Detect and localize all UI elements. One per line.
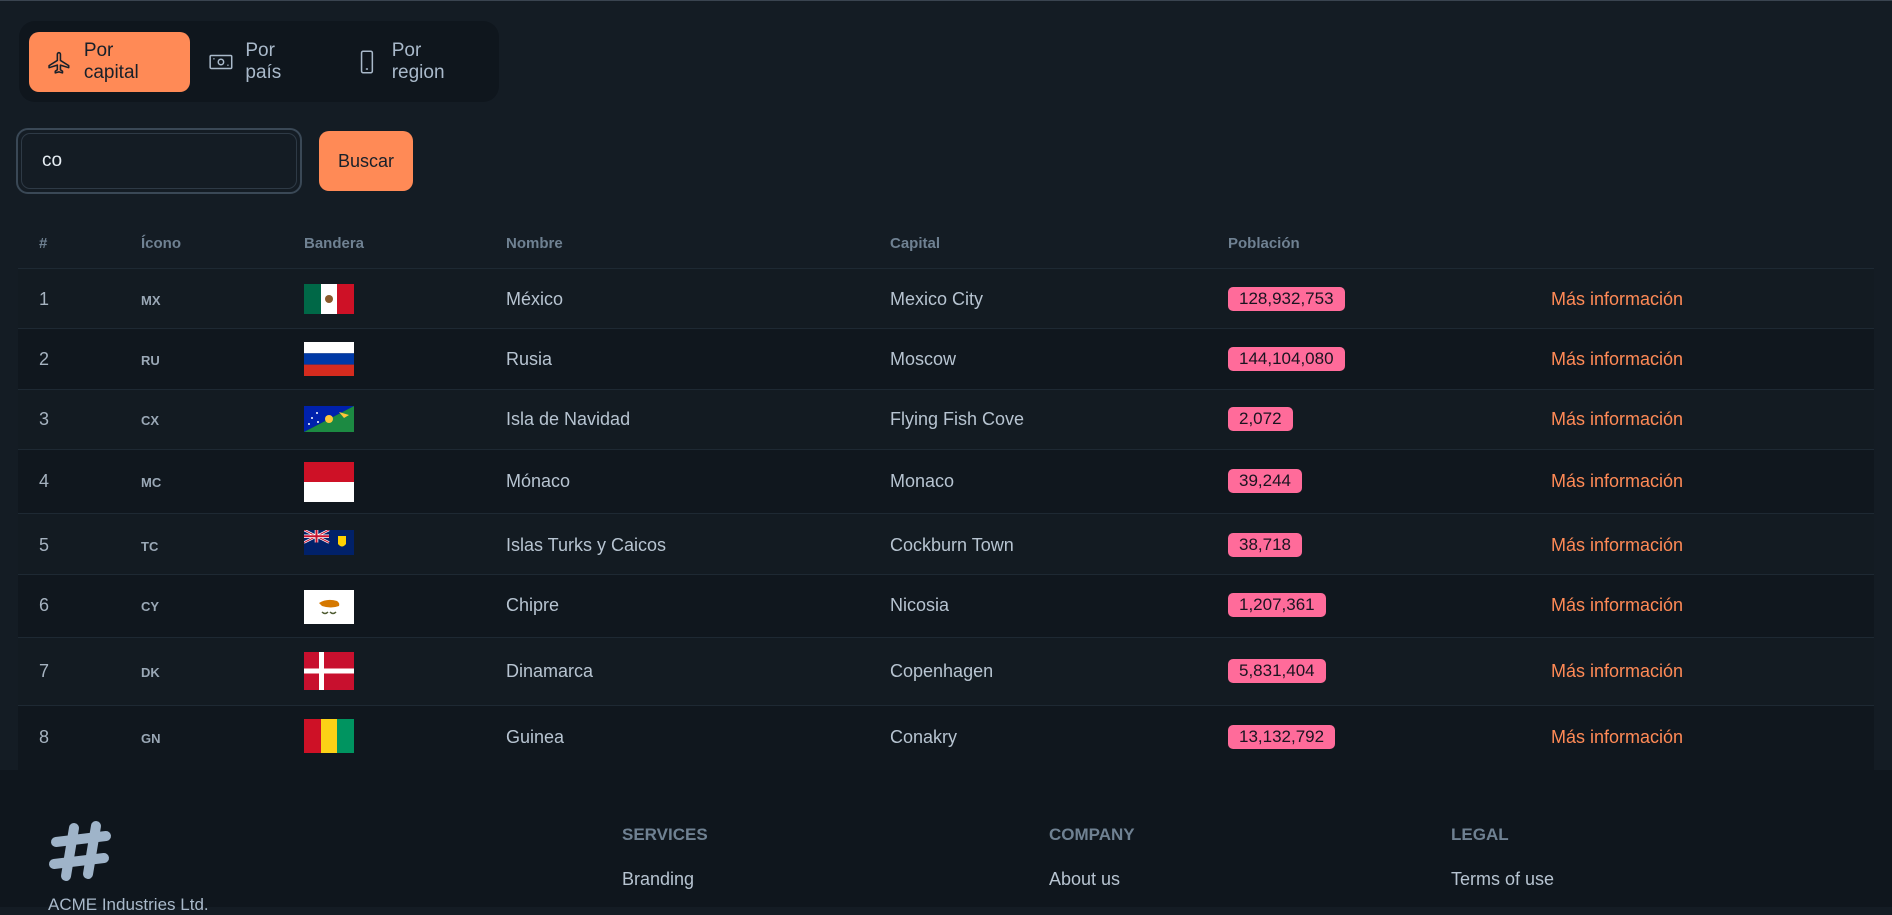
country-name: Guinea — [506, 727, 565, 747]
header-name: Nombre — [506, 235, 563, 252]
countries-table: # Ícono Bandera Nombre Capital Población… — [0, 218, 1892, 770]
top-border — [0, 0, 1892, 1]
row-index: 4 — [39, 471, 50, 491]
row-index: 1 — [39, 289, 50, 309]
footer-link-terms[interactable]: Terms of use — [1451, 869, 1554, 890]
table-row: 3 CX Isla de Navidad Flying Fish Cove 2,… — [18, 389, 1874, 449]
country-capital: Conakry — [890, 727, 958, 747]
more-info-link[interactable]: Más información — [1551, 661, 1683, 682]
country-capital: Monaco — [890, 471, 955, 491]
country-code: GN — [141, 731, 161, 746]
more-info-link[interactable]: Más información — [1551, 409, 1683, 430]
tab-por-region[interactable]: Por region — [336, 32, 499, 92]
row-index: 2 — [39, 349, 50, 369]
search-mode-tabs: Por capital Por país Por region — [19, 21, 499, 102]
search-field-wrapper — [16, 128, 302, 194]
table-row: 1 MX México Mexico City 128,932,753 Más … — [18, 268, 1874, 328]
more-info-link[interactable]: Más información — [1551, 595, 1683, 616]
cyprus-flag — [304, 590, 354, 624]
footer-services-title: SERVICES — [622, 825, 708, 844]
more-info-link[interactable]: Más información — [1551, 535, 1683, 556]
company-name: ACME Industries Ltd. — [48, 895, 209, 914]
country-code: CX — [141, 413, 160, 428]
country-code: RU — [141, 353, 160, 368]
table-row: 7 DK Dinamarca Copenhagen 5,831,404 Más … — [18, 637, 1874, 705]
row-index: 6 — [39, 595, 50, 615]
country-code: TC — [141, 539, 159, 554]
table-header: # Ícono Bandera Nombre Capital Población — [0, 218, 1892, 268]
denmark-flag — [304, 652, 354, 690]
table-row: 4 MC Mónaco Monaco 39,244 Más informació… — [18, 449, 1874, 513]
country-capital: Mexico City — [890, 289, 984, 309]
header-flag: Bandera — [304, 235, 365, 252]
country-code: DK — [141, 665, 160, 680]
banknote-icon — [208, 54, 232, 69]
country-code: MC — [141, 475, 162, 490]
plane-icon — [48, 51, 70, 74]
footer-link-about-us[interactable]: About us — [1049, 869, 1120, 890]
tab-por-capital[interactable]: Por capital — [29, 31, 190, 92]
row-index: 7 — [39, 661, 50, 681]
country-name: Isla de Navidad — [506, 409, 631, 429]
population-badge: 38,718 — [1228, 533, 1302, 557]
population-badge: 128,932,753 — [1228, 287, 1345, 311]
search-input[interactable] — [21, 133, 297, 189]
footer-link-branding[interactable]: Branding — [622, 869, 694, 890]
russia-flag — [304, 342, 354, 376]
table-row: 6 CY Chipre Nicosia 1,207,361 Más inform… — [18, 574, 1874, 637]
footer-legal-title: LEGAL — [1451, 825, 1509, 844]
tab-label: Por capital — [83, 39, 139, 83]
header-index: # — [39, 235, 48, 252]
tab-label: Por país — [245, 39, 282, 83]
table-row: 5 TC Islas Turks y Caicos Cockburn Town … — [18, 513, 1874, 574]
header-capital: Capital — [890, 235, 941, 252]
mexico-flag — [304, 284, 354, 314]
tab-por-pais[interactable]: Por país — [190, 32, 336, 92]
country-capital: Moscow — [890, 349, 957, 369]
population-badge: 1,207,361 — [1228, 593, 1326, 617]
population-badge: 144,104,080 — [1228, 347, 1345, 371]
more-info-link[interactable]: Más información — [1551, 289, 1683, 310]
guinea-flag — [304, 719, 354, 753]
hashtag-logo-icon — [49, 821, 111, 881]
monaco-flag — [304, 462, 354, 502]
turks-caicos-flag — [304, 530, 354, 555]
country-name: Rusia — [506, 349, 553, 369]
header-icon: Ícono — [141, 235, 181, 252]
phone-icon — [360, 49, 373, 74]
population-badge: 2,072 — [1228, 407, 1293, 431]
country-name: Islas Turks y Caicos — [506, 535, 667, 555]
more-info-link[interactable]: Más información — [1551, 349, 1683, 370]
table-row: 2 RU Rusia Moscow 144,104,080 Más inform… — [18, 328, 1874, 389]
more-info-link[interactable]: Más información — [1551, 471, 1683, 492]
country-code: CY — [141, 599, 160, 614]
tab-label: Por region — [391, 39, 445, 83]
country-name: México — [506, 289, 564, 309]
site-footer: ACME Industries Ltd. SERVICES Branding C… — [0, 770, 1892, 914]
country-name: Chipre — [506, 595, 560, 615]
row-index: 8 — [39, 727, 50, 747]
country-capital: Cockburn Town — [890, 535, 1014, 555]
country-code: MX — [141, 293, 161, 308]
footer-company-title: COMPANY — [1049, 825, 1135, 844]
population-badge: 5,831,404 — [1228, 659, 1326, 683]
table-row: 8 GN Guinea Conakry 13,132,792 Más infor… — [18, 705, 1874, 770]
search-button[interactable]: Buscar — [319, 131, 413, 191]
header-population: Población — [1228, 235, 1300, 252]
population-badge: 39,244 — [1228, 469, 1302, 493]
christmas-island-flag — [304, 406, 354, 432]
country-name: Dinamarca — [506, 661, 594, 681]
country-capital: Nicosia — [890, 595, 950, 615]
country-capital: Copenhagen — [890, 661, 994, 681]
country-name: Mónaco — [506, 471, 571, 491]
row-index: 3 — [39, 409, 50, 429]
population-badge: 13,132,792 — [1228, 725, 1336, 749]
more-info-link[interactable]: Más información — [1551, 727, 1683, 748]
country-capital: Flying Fish Cove — [890, 409, 1025, 429]
row-index: 5 — [39, 535, 50, 555]
